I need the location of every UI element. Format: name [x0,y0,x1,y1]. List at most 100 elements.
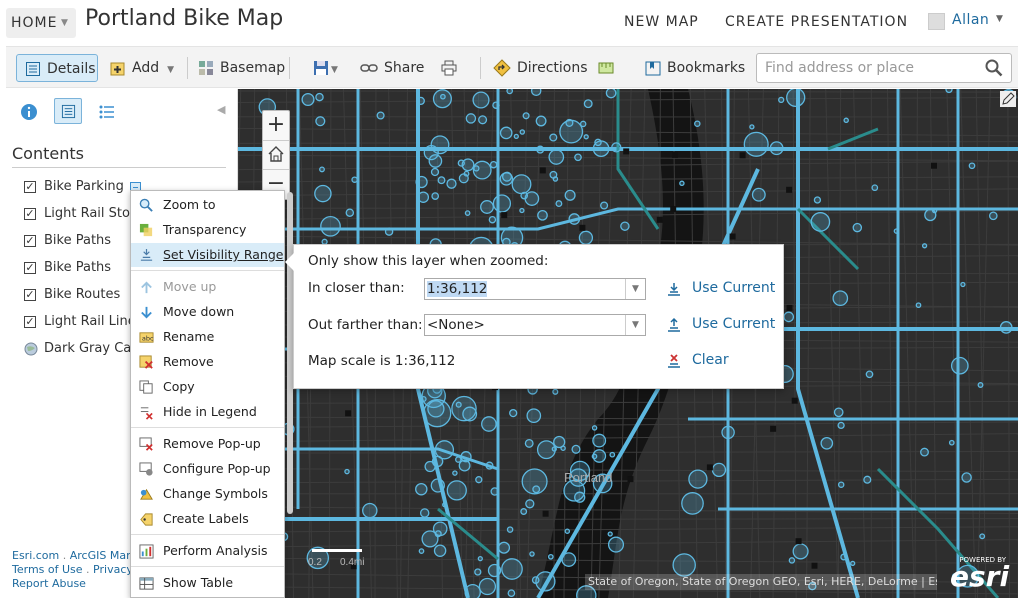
menu-item-label: Move up [163,279,217,294]
bike-parking-marker [344,468,350,475]
report-abuse-link[interactable]: Report Abuse [12,577,86,590]
light-rail-stop-marker [501,212,508,219]
bike-parking-marker [583,134,589,140]
closer-select[interactable]: 1:36,112 ▼ [424,278,646,300]
menu-item-rename[interactable]: abc Rename [131,325,284,349]
layer-checkbox[interactable]: ✓ [24,208,36,220]
bike-parking-marker [979,533,986,540]
toolbar-divider [187,57,188,79]
remove-popup-icon [139,437,153,451]
directions-button[interactable]: Directions [493,54,588,82]
bike-parking-marker [535,571,556,592]
bike-parking-marker [792,543,809,560]
farther-select[interactable]: <None> ▼ [424,314,646,336]
farther-label: Out farther than: [308,317,423,333]
layer-light-rail-line[interactable]: ✓ Light Rail Line [24,314,130,334]
terms-link[interactable]: Terms of Use [12,563,83,576]
menu-divider [131,566,284,567]
layer-bike-routes[interactable]: ✓ Bike Routes [24,287,130,307]
visibility-range-popup: Only show this layer when zoomed: In clo… [285,244,784,389]
home-icon[interactable] [267,145,285,163]
home-menu-button[interactable]: HOME ▼ [6,8,76,38]
bike-parking-marker [583,99,593,109]
layer-label: Light Rail Stop [44,206,130,221]
save-icon [314,61,328,75]
scale-label-1: 0.2 [308,557,322,568]
bike-parking-marker [537,209,548,221]
bike-parking-marker [419,508,430,518]
bike-parking-marker [555,200,563,208]
menu-item-zoom-to[interactable]: Zoom to [131,193,284,217]
toolbar-divider [480,57,481,79]
light-rail-stop-marker [931,162,937,169]
layer-bike-paths[interactable]: ✓ Bike Paths [24,233,130,253]
menu-item-remove-pop-up[interactable]: Remove Pop-up [131,432,284,456]
basemap-button[interactable]: Basemap [198,54,285,82]
bike-parking-marker [452,470,458,476]
layer-checkbox[interactable]: ✓ [24,262,36,274]
search-input[interactable] [757,54,977,82]
layer-basemap[interactable]: Dark Gray Can [24,341,130,361]
edit-icon[interactable] [1000,91,1016,107]
layer-checkbox[interactable]: ✓ [24,235,36,247]
table-icon [139,577,154,590]
bike-parking-marker [442,502,448,508]
bike-parking-marker [437,176,446,185]
share-button[interactable]: Share [360,54,424,82]
print-icon [441,60,457,76]
save-button[interactable]: ▼ [313,54,338,82]
arcgis-link[interactable]: ArcGIS Mark [70,549,137,562]
bike-parking-marker [549,133,558,142]
measure-button[interactable] [598,54,620,82]
zoom-in-button[interactable]: + [263,111,289,139]
layer-checkbox[interactable]: ✓ [24,289,36,301]
privacy-link[interactable]: Privacy [93,563,133,576]
search-icon[interactable] [985,59,1003,77]
menu-item-hide-in-legend[interactable]: Hide in Legend [131,400,284,424]
add-icon [110,62,125,76]
layer-bike-parking[interactable]: ✓ Bike Parking [24,179,139,199]
new-map-link[interactable]: NEW MAP [624,14,699,30]
light-rail-stop-marker [786,186,793,193]
bike-parking-marker [532,485,541,494]
bike-parking-marker [592,140,610,158]
menu-item-change-symbols[interactable]: Change Symbols [131,482,284,506]
layer-checkbox[interactable]: ✓ [24,316,36,328]
menu-item-copy[interactable]: Copy [131,375,284,399]
menu-item-create-labels[interactable]: Create Labels [131,507,284,531]
bike-parking-marker [460,451,472,463]
bike-parking-marker [609,451,616,458]
print-button[interactable] [441,54,463,82]
legend-tab-icon[interactable] [99,104,115,120]
bike-parking-marker [611,142,622,153]
create-presentation-link[interactable]: CREATE PRESENTATION [725,14,908,30]
add-button[interactable]: Add ▼ [110,54,174,82]
menu-item-perform-analysis[interactable]: Perform Analysis [131,539,284,563]
layer-bike-paths-2[interactable]: ✓ Bike Paths [24,260,130,280]
bike-parking-marker [620,221,630,231]
bike-parking-marker [351,176,358,183]
home-label: HOME [11,15,58,31]
contents-tab[interactable] [54,98,82,124]
menu-item-set-visibility-range[interactable]: Set Visibility Range [131,243,284,267]
copy-icon [139,380,153,394]
menu-item-show-table[interactable]: Show Table [131,571,284,595]
collapse-icon[interactable]: ◀ [217,103,225,116]
bookmarks-button[interactable]: Bookmarks [645,54,745,82]
menu-item-remove[interactable]: Remove [131,350,284,374]
esri-link[interactable]: Esri.com [12,549,59,562]
layer-light-rail-stop[interactable]: ✓ Light Rail Stop [24,206,130,226]
bike-parking-marker [778,96,785,104]
menu-item-configure-pop-up[interactable]: Configure Pop-up [131,457,284,481]
details-icon [26,62,40,76]
bike-parking-marker [488,215,497,224]
avatar [928,13,945,30]
layer-checkbox[interactable]: ✓ [24,181,36,193]
details-button[interactable]: Details [16,54,98,82]
bike-parking-marker [501,558,523,580]
menu-item-transparency[interactable]: Transparency [131,218,284,242]
info-tab-icon[interactable] [20,103,38,121]
menu-item-move-down[interactable]: Move down [131,300,284,324]
bike-parking-marker [721,425,735,440]
bike-parking-marker [968,162,976,170]
